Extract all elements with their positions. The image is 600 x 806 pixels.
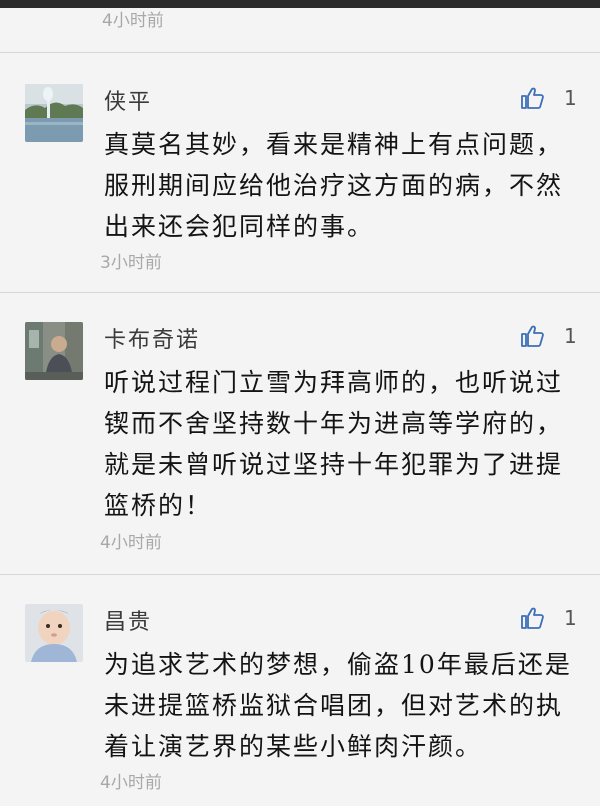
like-button[interactable]: 1 [520,86,577,110]
comment-author[interactable]: 侠平 [104,84,152,116]
thumbs-up-icon[interactable] [520,325,544,347]
comment-time: 4小时前 [100,773,162,793]
comment-text: 真莫名其妙，看来是精神上有点问题， 服刑期间应给他治疗这方面的病，不然 出来还会… [104,130,564,241]
thumbs-up-icon[interactable] [520,87,544,109]
like-count: 1 [564,86,577,110]
comment-text: 为追求艺术的梦想，偷盗10年最后还是 未进提篮桥监狱合唱团，但对艺术的执 着让演… [104,650,572,761]
comment-author[interactable]: 卡布奇诺 [104,322,200,354]
like-button[interactable]: 1 [520,324,577,348]
divider [0,292,600,293]
avatar[interactable] [25,604,83,662]
thumbs-up-icon[interactable] [520,607,544,629]
divider [0,574,600,575]
avatar[interactable] [25,322,83,380]
comment-time: 3小时前 [100,253,162,273]
like-count: 1 [564,606,577,630]
like-button[interactable]: 1 [520,606,577,630]
avatar[interactable] [25,84,83,142]
comment-author[interactable]: 昌贵 [104,604,152,636]
divider [0,52,600,53]
status-bar-strip [0,0,600,8]
comment-time: 4小时前 [100,533,162,553]
previous-comment-time: 4小时前 [102,11,164,31]
comment-text: 听说过程门立雪为拜高师的，也听说过 锲而不舍坚持数十年为进高等学府的， 就是未曾… [104,368,564,520]
like-count: 1 [564,324,577,348]
